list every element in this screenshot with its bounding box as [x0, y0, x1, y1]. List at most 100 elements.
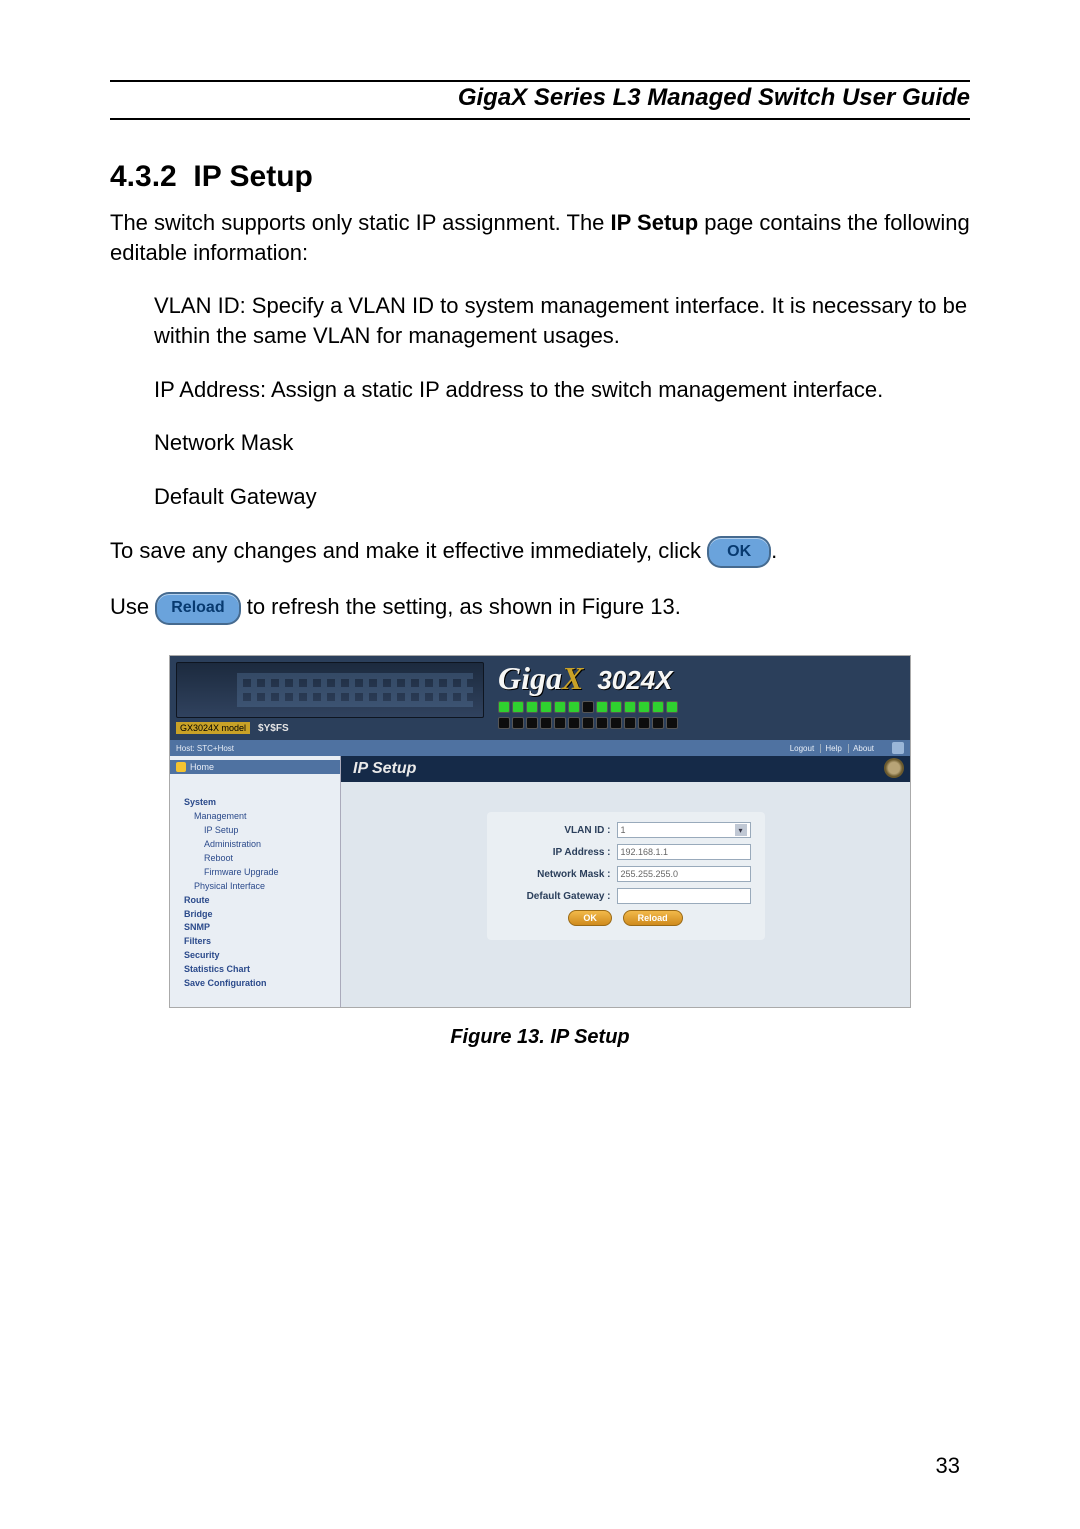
status-links: Logout Help About	[786, 744, 878, 753]
port-led	[512, 717, 524, 729]
sidebar-item-snmp[interactable]: SNMP	[184, 921, 334, 935]
sidebar-item-route[interactable]: Route	[184, 894, 334, 908]
section-heading: 4.3.2 IP Setup	[110, 160, 970, 194]
brand-x: X	[562, 660, 583, 696]
form-ok-button[interactable]: OK	[568, 910, 612, 926]
port-led	[498, 701, 510, 713]
default-gateway-input[interactable]	[617, 888, 751, 904]
app-screenshot: GX3024X model $Y$FS GigaX 3024X	[169, 655, 911, 1008]
help-link[interactable]: Help	[820, 744, 845, 753]
model-badge: GX3024X model	[176, 722, 250, 734]
brand-logo: GigaX 3024X	[490, 660, 910, 697]
port-led	[512, 701, 524, 713]
row-ip-address: IP Address : 192.168.1.1	[501, 844, 751, 860]
port-led	[666, 701, 678, 713]
port-led	[568, 717, 580, 729]
ip-address-input[interactable]: 192.168.1.1	[617, 844, 751, 860]
gear-icon	[884, 758, 904, 778]
brand-text: Giga	[498, 660, 562, 696]
sidebar-item-bridge[interactable]: Bridge	[184, 908, 334, 922]
sidebar-item-firmware[interactable]: Firmware Upgrade	[184, 866, 334, 880]
brand-model: 3024X	[597, 665, 672, 695]
text: Use	[110, 595, 155, 620]
port-led	[596, 717, 608, 729]
header-rule	[110, 118, 970, 120]
port-led	[540, 717, 552, 729]
vlan-id-label: VLAN ID :	[501, 825, 611, 836]
ip-setup-form: VLAN ID : 1 ▾ IP Address : 192.168.1.1 N…	[487, 812, 765, 940]
sidebar-item-physical-interface[interactable]: Physical Interface	[184, 880, 334, 894]
figure-wrap: GX3024X model $Y$FS GigaX 3024X	[110, 655, 970, 1049]
save-icon[interactable]	[892, 742, 904, 754]
section-number: 4.3.2	[110, 160, 177, 193]
sidebar-item-administration[interactable]: Administration	[184, 838, 334, 852]
vlan-id-select[interactable]: 1 ▾	[617, 822, 751, 838]
port-led-row	[498, 701, 910, 713]
sidebar-item-ip-setup[interactable]: IP Setup	[184, 824, 334, 838]
network-mask-input[interactable]: 255.255.255.0	[617, 866, 751, 882]
section-title: IP Setup	[193, 160, 312, 193]
logout-link[interactable]: Logout	[786, 744, 818, 753]
sidebar-home[interactable]: Home	[170, 760, 340, 774]
port-led	[610, 717, 622, 729]
home-icon	[176, 762, 186, 772]
sidebar-item-security[interactable]: Security	[184, 949, 334, 963]
text-bold: IP Setup	[611, 210, 699, 235]
port-led	[610, 701, 622, 713]
bullet-gateway: Default Gateway	[154, 482, 970, 512]
model-bar: GX3024X model $Y$FS	[176, 722, 484, 734]
port-led	[624, 701, 636, 713]
chevron-down-icon: ▾	[735, 824, 747, 836]
app-header: GX3024X model $Y$FS GigaX 3024X	[170, 656, 910, 740]
port-led	[638, 701, 650, 713]
bullet-vlan: VLAN ID: Specify a VLAN ID to system man…	[154, 291, 970, 350]
port-led	[652, 717, 664, 729]
device-area: GX3024X model $Y$FS	[170, 656, 490, 740]
port-led	[554, 701, 566, 713]
port-led-row	[498, 717, 910, 729]
doc-header-title: GigaX Series L3 Managed Switch User Guid…	[110, 84, 970, 118]
save-paragraph: To save any changes and make it effectiv…	[110, 536, 970, 569]
reload-paragraph: Use Reload to refresh the setting, as sh…	[110, 592, 970, 625]
sidebar-item-save-config[interactable]: Save Configuration	[184, 977, 334, 991]
port-led	[540, 701, 552, 713]
document-page: GigaX Series L3 Managed Switch User Guid…	[0, 0, 1080, 1529]
port-led	[498, 717, 510, 729]
ip-address-label: IP Address :	[501, 847, 611, 858]
sidebar-item-reboot[interactable]: Reboot	[184, 852, 334, 866]
network-mask-label: Network Mask :	[501, 869, 611, 880]
main-panel: IP Setup VLAN ID : 1 ▾ IP Address :	[341, 756, 910, 1007]
row-vlan-id: VLAN ID : 1 ▾	[501, 822, 751, 838]
port-led	[582, 701, 594, 713]
sidebar-item-statistics[interactable]: Statistics Chart	[184, 963, 334, 977]
sidebar-item-filters[interactable]: Filters	[184, 935, 334, 949]
vlan-id-value: 1	[621, 825, 626, 835]
port-led	[596, 701, 608, 713]
text: to refresh the setting, as shown in Figu…	[247, 595, 681, 620]
port-led	[526, 717, 538, 729]
row-network-mask: Network Mask : 255.255.255.0	[501, 866, 751, 882]
figure-caption: Figure 13. IP Setup	[110, 1026, 970, 1049]
panel-title: IP Setup	[353, 760, 416, 777]
text: To save any changes and make it effectiv…	[110, 538, 707, 563]
about-link[interactable]: About	[848, 744, 878, 753]
sidebar-item-system[interactable]: System	[184, 796, 334, 810]
header-rule	[110, 80, 970, 82]
sidebar-home-label: Home	[190, 762, 214, 772]
panel-title-bar: IP Setup	[341, 756, 910, 782]
ok-button[interactable]: OK	[707, 536, 771, 569]
text: The switch supports only static IP assig…	[110, 210, 611, 235]
intro-paragraph: The switch supports only static IP assig…	[110, 208, 970, 267]
sidebar-item-management[interactable]: Management	[184, 810, 334, 824]
os-label: $Y$FS	[258, 723, 289, 734]
row-default-gateway: Default Gateway :	[501, 888, 751, 904]
device-image	[176, 662, 484, 718]
status-host: Host: STC+Host	[176, 744, 234, 753]
page-number: 33	[936, 1453, 960, 1479]
form-reload-button[interactable]: Reload	[623, 910, 683, 926]
reload-button[interactable]: Reload	[155, 592, 240, 625]
text: .	[771, 538, 777, 563]
port-led	[582, 717, 594, 729]
port-led	[624, 717, 636, 729]
form-buttons: OK Reload	[501, 910, 751, 926]
